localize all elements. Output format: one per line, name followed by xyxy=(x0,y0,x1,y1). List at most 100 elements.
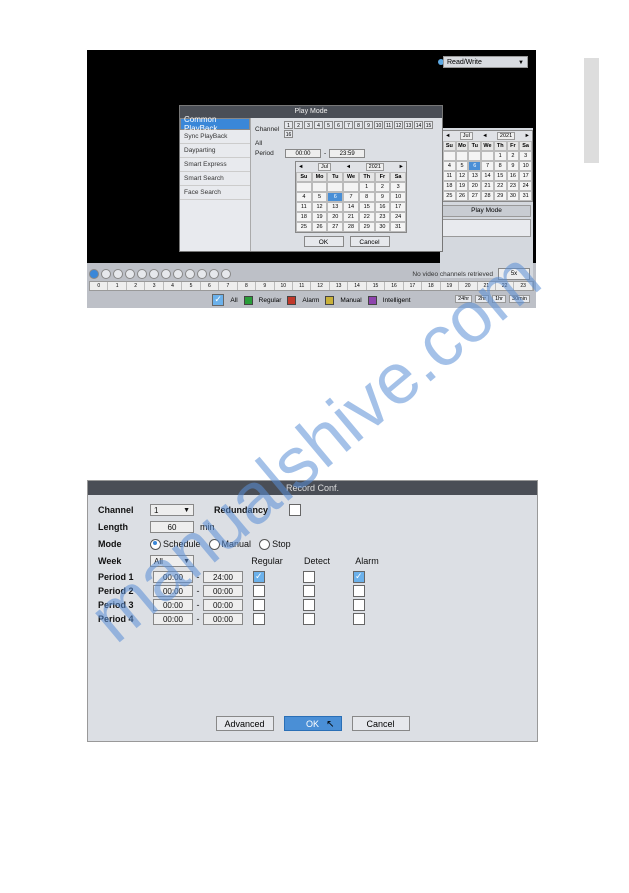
calendar-day[interactable]: 11 xyxy=(443,171,456,181)
cal-prev2-icon[interactable]: ◄ xyxy=(346,164,351,170)
cal-month[interactable]: Jul xyxy=(318,163,331,171)
length-input[interactable]: 60 xyxy=(150,521,194,533)
channel-button[interactable]: 1 xyxy=(284,121,293,129)
calendar-day[interactable]: 23 xyxy=(375,212,391,222)
alarm-checkbox[interactable] xyxy=(353,571,365,583)
manual-radio[interactable] xyxy=(209,539,220,550)
zoom-option[interactable]: 2hr xyxy=(475,295,489,303)
period-to-input[interactable]: 00:00 xyxy=(203,613,243,625)
calendar-day[interactable]: 21 xyxy=(481,181,494,191)
zoom-option[interactable]: 24hr xyxy=(455,295,472,303)
channel-button[interactable]: 5 xyxy=(324,121,333,129)
playmode-box[interactable] xyxy=(442,219,531,237)
all-checkbox[interactable] xyxy=(212,294,224,306)
speed-display[interactable]: 5x xyxy=(498,268,530,280)
week-select[interactable]: All▼ xyxy=(150,555,194,567)
period-from-input[interactable]: 00:00 xyxy=(153,585,193,597)
calendar-day[interactable]: 4 xyxy=(443,161,456,171)
detect-checkbox[interactable] xyxy=(303,585,315,597)
calendar-day[interactable]: 15 xyxy=(494,171,507,181)
side-cal-month[interactable]: Jul xyxy=(460,132,473,140)
channel-button[interactable]: 7 xyxy=(344,121,353,129)
calendar-day[interactable]: 13 xyxy=(468,171,481,181)
detect-checkbox[interactable] xyxy=(303,613,315,625)
alarm-checkbox[interactable] xyxy=(353,613,365,625)
calendar-day[interactable]: 11 xyxy=(296,202,312,212)
cal-prev-icon[interactable]: ◄ xyxy=(298,164,303,170)
cal-prev2-icon[interactable]: ◄ xyxy=(482,133,487,139)
calendar-day[interactable]: 30 xyxy=(375,222,391,232)
calendar-day[interactable]: 22 xyxy=(494,181,507,191)
channel-button[interactable]: 8 xyxy=(354,121,363,129)
period-to-input[interactable]: 00:00 xyxy=(203,599,243,611)
calendar-day[interactable]: 24 xyxy=(390,212,406,222)
calendar-day[interactable]: 26 xyxy=(312,222,328,232)
cancel-button[interactable]: Cancel xyxy=(352,716,410,731)
calendar-day[interactable]: 13 xyxy=(327,202,343,212)
calendar-day[interactable]: 19 xyxy=(312,212,328,222)
period-to-input[interactable]: 23:59 xyxy=(329,149,365,158)
calendar-day[interactable]: 2 xyxy=(507,151,520,161)
calendar-day[interactable]: 10 xyxy=(519,161,532,171)
calendar-day[interactable]: 19 xyxy=(456,181,469,191)
calendar-day[interactable]: 7 xyxy=(481,161,494,171)
advanced-button[interactable]: Advanced xyxy=(216,716,274,731)
stop-radio[interactable] xyxy=(259,539,270,550)
prev-file-button[interactable] xyxy=(161,269,171,279)
calendar-day[interactable]: 29 xyxy=(494,191,507,201)
calendar-day[interactable]: 31 xyxy=(519,191,532,201)
calendar-day[interactable]: 3 xyxy=(390,182,406,192)
calendar-day[interactable]: 28 xyxy=(481,191,494,201)
sidebar-item[interactable]: Common PlayBack xyxy=(180,118,250,130)
calendar-day[interactable]: 25 xyxy=(443,191,456,201)
calendar-day[interactable]: 4 xyxy=(296,192,312,202)
loop-button[interactable] xyxy=(185,269,195,279)
ok-button[interactable]: OK xyxy=(304,236,344,247)
channel-button[interactable]: 13 xyxy=(404,121,413,129)
calendar-day[interactable]: 9 xyxy=(375,192,391,202)
cancel-button[interactable]: Cancel xyxy=(350,236,390,247)
calendar-day[interactable]: 14 xyxy=(481,171,494,181)
calendar-day[interactable]: 16 xyxy=(507,171,520,181)
calendar-day[interactable]: 1 xyxy=(494,151,507,161)
sidebar-item[interactable]: Dayparting xyxy=(180,144,250,158)
calendar-day[interactable]: 9 xyxy=(507,161,520,171)
calendar-day[interactable]: 25 xyxy=(296,222,312,232)
calendar-day[interactable]: 15 xyxy=(359,202,375,212)
cal-next-icon[interactable]: ► xyxy=(525,133,530,139)
fullscreen-button[interactable] xyxy=(197,269,207,279)
alarm-checkbox[interactable] xyxy=(353,599,365,611)
calendar-day[interactable]: 16 xyxy=(375,202,391,212)
modal-calendar[interactable]: ◄ Jul ◄ 2021 ► SuMoTuWeThFrSa12345678910… xyxy=(295,161,407,233)
detect-checkbox[interactable] xyxy=(303,571,315,583)
channel-button[interactable]: 10 xyxy=(374,121,383,129)
channel-button[interactable]: 9 xyxy=(364,121,373,129)
channel-button[interactable]: 4 xyxy=(314,121,323,129)
cal-year[interactable]: 2021 xyxy=(366,163,384,171)
calendar-day[interactable]: 21 xyxy=(343,212,359,222)
channel-button[interactable]: 6 xyxy=(334,121,343,129)
channel-button[interactable]: 11 xyxy=(384,121,393,129)
calendar-day[interactable]: 20 xyxy=(327,212,343,222)
calendar-day[interactable]: 22 xyxy=(359,212,375,222)
calendar-day[interactable]: 1 xyxy=(359,182,375,192)
period-from-input[interactable]: 00:00 xyxy=(153,599,193,611)
readwrite-select[interactable]: Read/Write ▼ xyxy=(443,56,528,68)
regular-checkbox[interactable] xyxy=(253,613,265,625)
stop-button[interactable] xyxy=(101,269,111,279)
calendar-day[interactable]: 31 xyxy=(390,222,406,232)
channel-button[interactable]: 12 xyxy=(394,121,403,129)
period-to-input[interactable]: 00:00 xyxy=(203,585,243,597)
calendar-day[interactable]: 24 xyxy=(519,181,532,191)
next-file-button[interactable] xyxy=(173,269,183,279)
prev-frame-button[interactable] xyxy=(113,269,123,279)
calendar-day[interactable]: 2 xyxy=(375,182,391,192)
calendar-day[interactable]: 17 xyxy=(519,171,532,181)
calendar-day[interactable]: 30 xyxy=(507,191,520,201)
timeline[interactable]: 01234567891011121314151617181920212223 xyxy=(89,281,534,291)
calendar-day[interactable]: 6 xyxy=(327,192,343,202)
calendar-day[interactable]: 27 xyxy=(468,191,481,201)
period-from-input[interactable]: 00:00 xyxy=(153,571,193,583)
slow-button[interactable] xyxy=(137,269,147,279)
period-to-input[interactable]: 24:00 xyxy=(203,571,243,583)
